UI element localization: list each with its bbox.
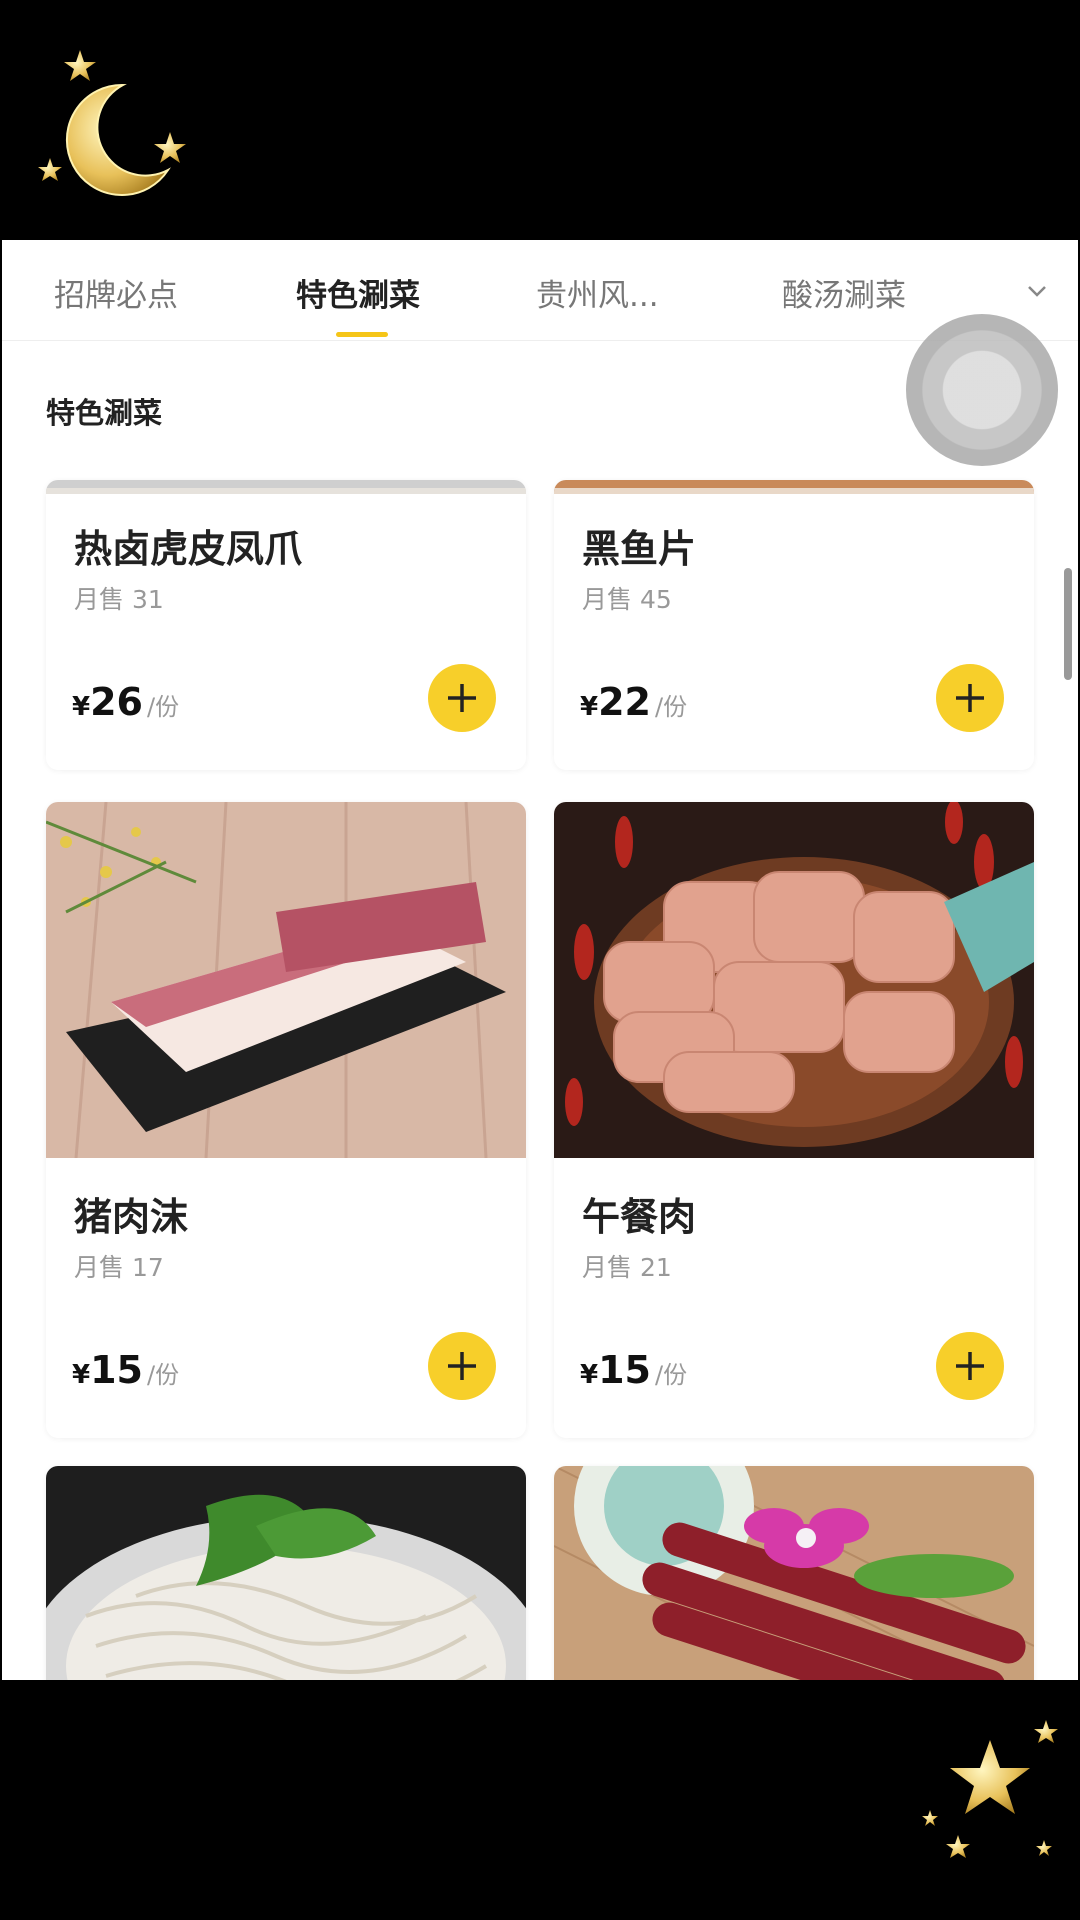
product-price: ¥15/份 [580,1348,687,1392]
price-value: 15 [598,1348,651,1392]
section-title: 特色涮菜 [46,396,163,430]
product-card[interactable]: 黑鱼片 月售 45 ¥22/份 [554,480,1034,770]
product-name: 午餐肉 [582,1195,697,1239]
currency-symbol: ¥ [580,1360,599,1390]
floating-assistive-button[interactable] [906,314,1058,466]
plus-icon [956,684,984,712]
currency-symbol: ¥ [72,692,91,722]
product-name: 猪肉沫 [74,1195,189,1239]
product-image [46,802,526,1158]
product-name: 热卤虎皮凤爪 [74,527,303,571]
app-screen: 招牌必点 特色涮菜 贵州风... 酸汤涮菜 特色涮菜 热卤虎皮凤爪 月售 31 … [2,240,1078,1680]
price-value: 26 [90,680,143,724]
moon-icon [38,50,186,196]
product-name: 黑鱼片 [582,527,697,571]
plus-icon [448,1352,476,1380]
monthly-sales: 月售 45 [582,585,672,614]
product-card[interactable] [554,1466,1034,1680]
product-image [554,802,1034,1158]
tab-featured-sides[interactable]: 特色涮菜 [296,270,420,315]
add-to-cart-button[interactable] [936,664,1004,732]
currency-symbol: ¥ [580,692,599,722]
product-image [46,480,526,494]
price-unit: /份 [654,1361,688,1389]
add-to-cart-button[interactable] [936,1332,1004,1400]
price-unit: /份 [654,693,688,721]
scrollbar[interactable] [1064,568,1072,680]
product-card[interactable]: 热卤虎皮凤爪 月售 31 ¥26/份 [46,480,526,770]
plus-icon [956,1352,984,1380]
star-icon [64,50,96,81]
product-card[interactable]: 午餐肉 月售 21 ¥15/份 [554,802,1034,1438]
add-to-cart-button[interactable] [428,1332,496,1400]
price-value: 15 [90,1348,143,1392]
stars-sticker [918,1710,1068,1880]
product-image [554,1466,1034,1680]
price-unit: /份 [146,693,180,721]
monthly-sales: 月售 21 [582,1253,672,1282]
chevron-down-icon[interactable] [1024,278,1050,304]
price-unit: /份 [146,1361,180,1389]
add-to-cart-button[interactable] [428,664,496,732]
tab-signature[interactable]: 招牌必点 [54,270,178,315]
currency-symbol: ¥ [72,1360,91,1390]
product-card[interactable]: 猪肉沫 月售 17 ¥15/份 [46,802,526,1438]
product-price: ¥26/份 [72,680,179,724]
plus-icon [448,684,476,712]
tab-guizhou-style[interactable]: 贵州风... [536,270,659,315]
price-value: 22 [598,680,651,724]
product-price: ¥15/份 [72,1348,179,1392]
tab-sour-soup-sides[interactable]: 酸汤涮菜 [782,270,906,315]
moon-sticker [28,40,198,210]
active-tab-indicator [336,332,388,337]
star-icon [950,1740,1030,1814]
product-card[interactable] [46,1466,526,1680]
monthly-sales: 月售 31 [74,585,164,614]
monthly-sales: 月售 17 [74,1253,164,1282]
category-tabs: 招牌必点 特色涮菜 贵州风... 酸汤涮菜 [2,240,1078,341]
product-price: ¥22/份 [580,680,687,724]
product-image [554,480,1034,494]
product-image [46,1466,526,1680]
